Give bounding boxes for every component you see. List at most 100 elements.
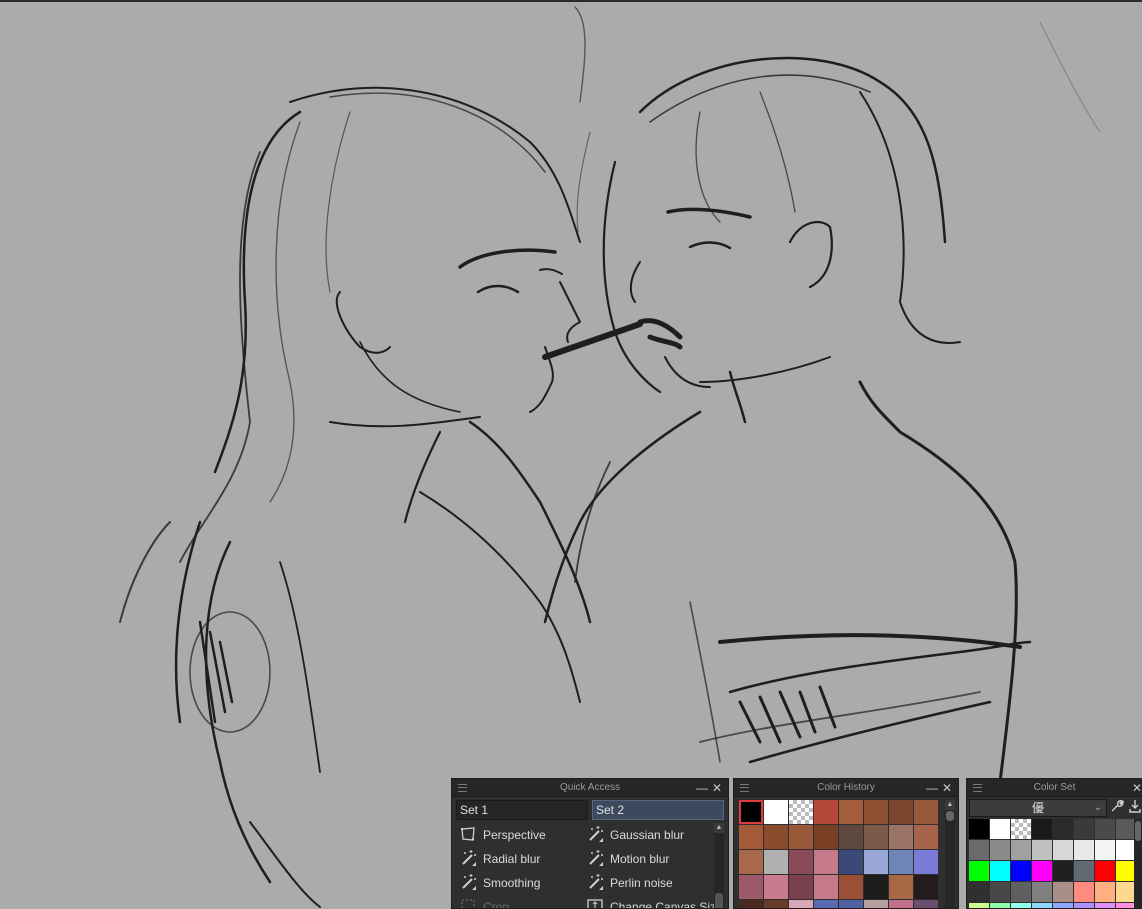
quick-access-item-perlin-noise[interactable]: Perlin noise — [585, 871, 673, 895]
color-swatch[interactable] — [1011, 882, 1031, 902]
quick-access-scrollbar[interactable]: ▲ — [714, 823, 724, 908]
color-swatch[interactable] — [914, 850, 938, 874]
color-swatch[interactable] — [839, 850, 863, 874]
color-swatch[interactable] — [1095, 819, 1115, 839]
color-swatch[interactable] — [1011, 840, 1031, 860]
color-swatch[interactable] — [990, 840, 1010, 860]
color-swatch[interactable] — [739, 800, 763, 824]
color-swatch[interactable] — [839, 875, 863, 899]
panel-grip-icon[interactable] — [740, 784, 749, 792]
color-swatch[interactable] — [789, 850, 813, 874]
quick-access-item-radial-blur[interactable]: Radial blur — [458, 847, 540, 871]
color-swatch[interactable] — [889, 850, 913, 874]
color-swatch[interactable] — [839, 825, 863, 849]
color-swatch[interactable] — [1095, 840, 1115, 860]
color-swatch[interactable] — [889, 900, 913, 908]
import-icon[interactable] — [1127, 799, 1142, 817]
color-swatch[interactable] — [1032, 861, 1052, 881]
color-swatch[interactable] — [1074, 840, 1094, 860]
tab-set-2[interactable]: Set 2 — [592, 800, 724, 820]
quick-access-item-motion-blur[interactable]: Motion blur — [585, 847, 669, 871]
color-swatch[interactable] — [1095, 903, 1115, 908]
color-swatch[interactable] — [1074, 882, 1094, 902]
color-swatch[interactable] — [990, 861, 1010, 881]
color-swatch[interactable] — [739, 850, 763, 874]
color-swatch[interactable] — [839, 800, 863, 824]
color-swatch[interactable] — [1116, 861, 1136, 881]
color-swatch[interactable] — [990, 819, 1010, 839]
color-swatch[interactable] — [969, 882, 989, 902]
color-swatch[interactable] — [864, 850, 888, 874]
color-swatch[interactable] — [1053, 819, 1073, 839]
color-swatch[interactable] — [969, 903, 989, 908]
color-swatch[interactable] — [969, 819, 989, 839]
scroll-up-icon[interactable]: ▲ — [714, 823, 724, 833]
color-swatch[interactable] — [739, 825, 763, 849]
color-swatch[interactable] — [764, 875, 788, 899]
color-swatch[interactable] — [1011, 819, 1031, 839]
wrench-icon[interactable] — [1109, 799, 1125, 817]
scroll-up-icon[interactable]: ▲ — [945, 800, 955, 810]
color-swatch[interactable] — [814, 850, 838, 874]
color-swatch[interactable] — [1011, 861, 1031, 881]
color-swatch[interactable] — [914, 825, 938, 849]
color-swatch[interactable] — [969, 840, 989, 860]
color-swatch[interactable] — [1032, 840, 1052, 860]
color-swatch[interactable] — [1053, 882, 1073, 902]
scroll-thumb[interactable] — [1135, 821, 1141, 841]
color-swatch[interactable] — [789, 800, 813, 824]
color-swatch[interactable] — [1053, 861, 1073, 881]
quick-access-item-perspective[interactable]: Perspective — [458, 823, 546, 847]
color-history-header[interactable]: Color History — ✕ — [734, 779, 958, 797]
scroll-thumb[interactable] — [946, 811, 954, 821]
color-swatch[interactable] — [1074, 903, 1094, 908]
color-swatch[interactable] — [914, 900, 938, 908]
drawing-canvas[interactable] — [0, 0, 1142, 909]
color-swatch[interactable] — [1053, 840, 1073, 860]
color-set-header[interactable]: Color Set ✕ — [967, 779, 1142, 797]
color-swatch[interactable] — [1053, 903, 1073, 908]
color-swatch[interactable] — [1074, 861, 1094, 881]
color-swatch[interactable] — [739, 875, 763, 899]
color-swatch[interactable] — [1032, 903, 1052, 908]
color-swatch[interactable] — [889, 800, 913, 824]
color-swatch[interactable] — [864, 900, 888, 908]
color-swatch[interactable] — [1095, 861, 1115, 881]
color-swatch[interactable] — [814, 875, 838, 899]
quick-access-item-smoothing[interactable]: Smoothing — [458, 871, 540, 895]
close-button[interactable]: ✕ — [1132, 779, 1142, 797]
color-swatch[interactable] — [914, 800, 938, 824]
color-swatch[interactable] — [764, 825, 788, 849]
color-swatch[interactable] — [1116, 882, 1136, 902]
color-swatch[interactable] — [990, 903, 1010, 908]
color-swatch[interactable] — [1011, 903, 1031, 908]
color-swatch[interactable] — [990, 882, 1010, 902]
color-swatch[interactable] — [814, 900, 838, 908]
color-swatch[interactable] — [1032, 819, 1052, 839]
quick-access-item-gaussian-blur[interactable]: Gaussian blur — [585, 823, 684, 847]
color-set-scrollbar[interactable] — [1134, 819, 1142, 908]
panel-grip-icon[interactable] — [973, 784, 982, 792]
color-swatch[interactable] — [889, 825, 913, 849]
color-swatch[interactable] — [1116, 903, 1136, 908]
scroll-thumb[interactable] — [715, 893, 723, 908]
panel-grip-icon[interactable] — [458, 784, 467, 792]
color-swatch[interactable] — [764, 800, 788, 824]
color-swatch[interactable] — [814, 800, 838, 824]
close-button[interactable]: ✕ — [942, 779, 952, 797]
quick-access-header[interactable]: Quick Access — ✕ — [452, 779, 728, 797]
close-button[interactable]: ✕ — [712, 779, 722, 797]
color-history-scrollbar[interactable]: ▲ — [945, 800, 955, 908]
color-swatch[interactable] — [764, 900, 788, 908]
color-swatch[interactable] — [1095, 882, 1115, 902]
color-swatch[interactable] — [839, 900, 863, 908]
color-swatch[interactable] — [1032, 882, 1052, 902]
color-swatch[interactable] — [789, 875, 813, 899]
color-swatch[interactable] — [814, 825, 838, 849]
color-swatch[interactable] — [1116, 840, 1136, 860]
color-swatch[interactable] — [1116, 819, 1136, 839]
color-swatch[interactable] — [789, 825, 813, 849]
color-swatch[interactable] — [739, 900, 763, 908]
color-swatch[interactable] — [889, 875, 913, 899]
color-set-dropdown[interactable]: 優 ⌄ — [969, 799, 1107, 817]
